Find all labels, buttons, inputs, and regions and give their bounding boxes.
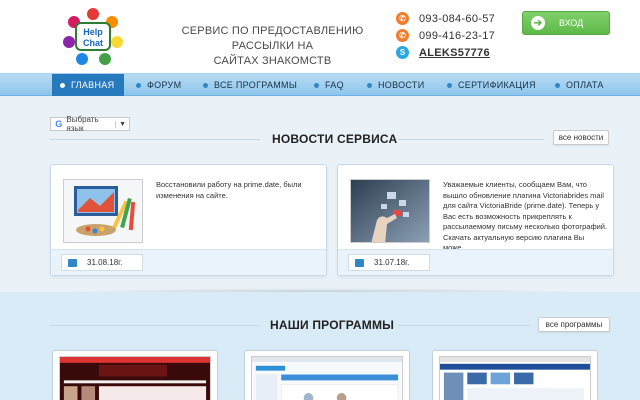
skype-icon: S [396, 46, 409, 59]
divider [398, 325, 530, 326]
news-card[interactable]: Уважаемые клиенты, сообщаем Вам, что выш… [337, 164, 614, 276]
nav-item-payment[interactable]: ОПЛАТА [555, 74, 604, 96]
nav-label: НОВОСТИ [378, 80, 425, 90]
language-label: Выбрать язык [66, 115, 99, 133]
main-nav: ГЛАВНАЯ ФОРУМ ВСЕ ПРОГРАММЫ FAQ НОВОСТИ … [0, 73, 640, 96]
bullet-icon [314, 82, 319, 88]
nav-label: ВСЕ ПРОГРАММЫ [214, 80, 298, 90]
site-header: Help Chat СЕРВИС ПО ПРЕДОСТАВЛЕНИЮ РАССЫ… [0, 0, 640, 73]
nav-label: ФОРУМ [147, 80, 182, 90]
site-tagline: СЕРВИС ПО ПРЕДОСТАВЛЕНИЮ РАССЫЛКИ НА САЙ… [155, 24, 390, 69]
svg-text:Help: Help [83, 27, 103, 37]
bullet-icon [136, 82, 141, 88]
nav-label: ГЛАВНАЯ [71, 80, 115, 90]
arrow-right-icon: ➔ [531, 16, 545, 30]
divider [50, 325, 260, 326]
program-screenshot [59, 356, 211, 400]
programs-section-title: НАШИ ПРОГРАММЫ [270, 318, 395, 332]
program-card[interactable] [52, 350, 218, 400]
phone-icon: ✆ [396, 12, 409, 25]
nav-label: ОПЛАТА [566, 80, 604, 90]
news-image [350, 179, 430, 243]
tagline-line-1: СЕРВИС ПО ПРЕДОСТАВЛЕНИЮ РАССЫЛКИ НА [181, 25, 364, 52]
divider [50, 139, 260, 140]
news-date-text: 31.08.18г. [87, 258, 123, 267]
phone-2[interactable]: 099-416-23-17 [419, 30, 495, 42]
program-card[interactable] [244, 350, 410, 400]
news-date: 31.07.18г. [348, 254, 430, 271]
divider [398, 139, 544, 140]
nav-item-faq[interactable]: FAQ [314, 74, 344, 96]
program-card[interactable] [432, 350, 598, 400]
news-date-bar: 31.07.18г. [338, 249, 613, 275]
bullet-icon [367, 82, 372, 88]
nav-label: СЕРТИФИКАЦИЯ [458, 80, 536, 90]
google-icon: G [55, 119, 63, 129]
bullet-icon [447, 82, 452, 88]
nav-label: FAQ [325, 80, 344, 90]
phone-1[interactable]: 093-084-60-57 [419, 13, 495, 25]
bullet-icon [555, 82, 560, 88]
program-screenshot [439, 356, 591, 400]
nav-item-home[interactable]: ГЛАВНАЯ [52, 74, 125, 96]
news-text: Восстановили работу на prime.date, были … [156, 180, 302, 200]
news-text: Уважаемые клиенты, сообщаем Вам, что выш… [443, 180, 608, 252]
bullet-icon [60, 82, 65, 88]
login-label: ВХОД [559, 18, 584, 28]
news-section-title: НОВОСТИ СЕРВИСА [272, 132, 398, 146]
nav-item-forum[interactable]: ФОРУМ [136, 74, 181, 96]
tagline-line-2: САЙТАХ ЗНАКОМСТВ [213, 55, 332, 67]
bullet-icon [203, 82, 208, 88]
language-select[interactable]: G Выбрать язык ▼ [50, 115, 130, 133]
nav-item-news[interactable]: НОВОСТИ [367, 74, 424, 96]
phone-icon: ✆ [396, 29, 409, 42]
news-date-text: 31.07.18г. [374, 258, 410, 267]
all-programs-button[interactable]: все программы [538, 317, 610, 332]
news-card[interactable]: Восстановили работу на prime.date, были … [50, 164, 327, 276]
help-chat-logo[interactable]: Help Chat [60, 6, 126, 66]
phone-2-row: ✆ 099-416-23-17 [396, 27, 495, 44]
skype-link[interactable]: ALEKS57776 [419, 47, 490, 59]
login-button[interactable]: ➔ ВХОД [522, 11, 610, 35]
phone-1-row: ✆ 093-084-60-57 [396, 10, 495, 27]
nav-item-certification[interactable]: СЕРТИФИКАЦИЯ [447, 74, 536, 96]
news-date-bar: 31.08.18г. [51, 249, 326, 275]
nav-item-all-programs[interactable]: ВСЕ ПРОГРАММЫ [203, 74, 297, 96]
calendar-icon [355, 258, 364, 267]
svg-text:Chat: Chat [83, 38, 103, 48]
all-news-button[interactable]: все новости [553, 130, 609, 145]
news-date: 31.08.18г. [61, 254, 143, 271]
caret-down-icon: ▼ [115, 120, 129, 128]
program-screenshot [251, 356, 403, 400]
calendar-icon [68, 258, 77, 267]
news-image [63, 179, 143, 243]
skype-row: S ALEKS57776 [396, 44, 495, 61]
contacts: ✆ 093-084-60-57 ✆ 099-416-23-17 S ALEKS5… [396, 10, 495, 61]
